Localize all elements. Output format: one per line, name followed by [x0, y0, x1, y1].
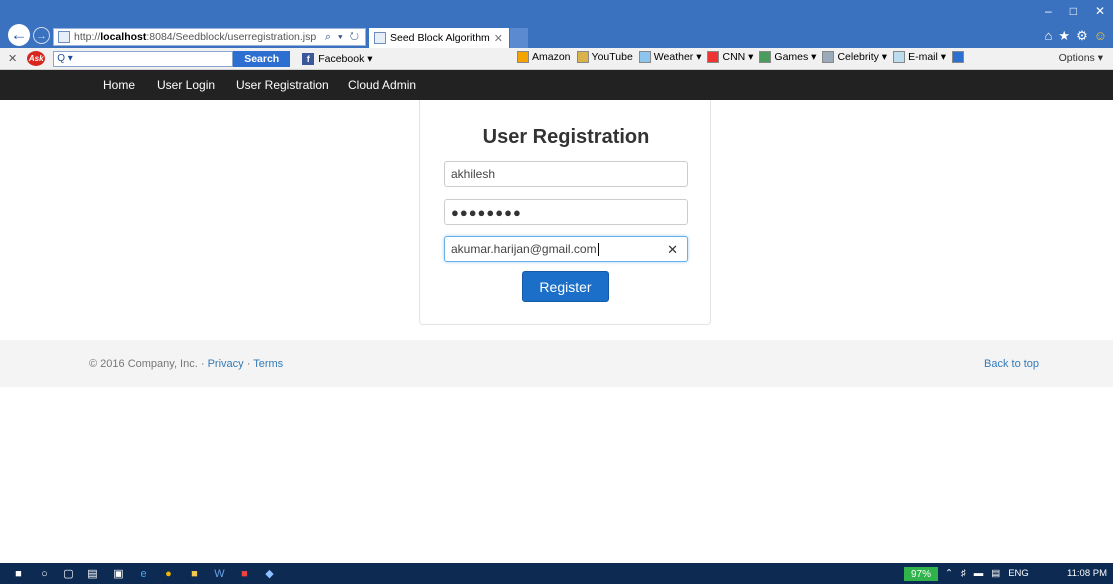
- tab-title: Seed Block Algorithm: [390, 32, 490, 44]
- nav-home[interactable]: Home: [103, 78, 135, 92]
- registration-card: User Registration akhilesh ●●●●●●●● akum…: [419, 100, 711, 325]
- footer-copyright: © 2016 Company, Inc. · Privacy · Terms: [89, 358, 283, 370]
- email-icon: [893, 51, 906, 63]
- toolbar-link-amazon[interactable]: Amazon: [517, 51, 571, 63]
- store-icon[interactable]: ▣: [112, 567, 125, 580]
- terms-link[interactable]: Terms: [253, 358, 283, 370]
- amazon-icon: [517, 51, 529, 63]
- nav-user-login[interactable]: User Login: [157, 78, 215, 92]
- toolbar-close-icon[interactable]: ✕: [8, 52, 17, 65]
- address-tools[interactable]: ⌕ ▾ ↻: [325, 31, 361, 44]
- cnn-icon: [707, 51, 720, 63]
- weather-icon: [638, 51, 651, 63]
- address-host: localhost: [100, 31, 147, 43]
- ask-logo-icon[interactable]: Ask: [27, 51, 46, 66]
- battery-icon[interactable]: ▬: [974, 568, 984, 579]
- text-caret: [597, 242, 599, 256]
- taskbar-clock[interactable]: 11:08 PM: [1067, 568, 1107, 579]
- restore-icon[interactable]: □: [1070, 4, 1077, 18]
- file-explorer-icon[interactable]: ■: [188, 567, 201, 580]
- email-field[interactable]: akumar.harijan@gmail.com ✕: [444, 236, 688, 262]
- toolbar-search-input[interactable]: Q ▾: [53, 50, 234, 67]
- tab-seed-block[interactable]: Seed Block Algorithm ✕: [369, 28, 509, 48]
- toolbar-link-label: Celebrity ▾: [837, 51, 888, 63]
- forward-button[interactable]: →: [33, 27, 50, 44]
- privacy-link[interactable]: Privacy: [208, 358, 244, 370]
- youtube-icon: [576, 51, 589, 63]
- feedback-smiley-icon[interactable]: ☺: [1094, 28, 1107, 44]
- toolbar-link-label: E-mail ▾: [908, 51, 947, 63]
- nav-cloud-admin[interactable]: Cloud Admin: [348, 78, 416, 92]
- page-footer: © 2016 Company, Inc. · Privacy · Terms B…: [0, 340, 1113, 387]
- volume-icon[interactable]: ♯: [961, 568, 966, 579]
- home-icon[interactable]: ⌂: [1045, 28, 1053, 44]
- celebrity-icon: [822, 51, 835, 63]
- toolbar-link-games[interactable]: Games ▾: [759, 51, 816, 63]
- copyright-text: © 2016 Company, Inc. ·: [89, 358, 205, 370]
- toolbar-link-cnn[interactable]: CNN ▾: [707, 51, 753, 63]
- new-tab-button[interactable]: [510, 28, 528, 48]
- toolbar-link-label: Weather ▾: [653, 51, 702, 63]
- password-field[interactable]: ●●●●●●●●: [444, 199, 688, 225]
- page-title: User Registration: [482, 126, 650, 148]
- tab-favicon-icon: [374, 32, 386, 44]
- tab-close-icon[interactable]: ✕: [494, 32, 503, 45]
- toolbar-link-label: Amazon: [532, 51, 571, 63]
- nav-user-registration[interactable]: User Registration: [236, 78, 329, 92]
- toolbar-links: Amazon YouTube Weather ▾ CNN ▾ Games ▾ C…: [517, 51, 965, 63]
- system-tray: ⌃ ♯ ▬ ▤ ENG: [945, 568, 1029, 579]
- settings-gear-icon[interactable]: ⚙: [1076, 28, 1088, 44]
- toolbar-options[interactable]: Options ▾: [1059, 52, 1103, 64]
- acrobat-icon[interactable]: ■: [238, 567, 251, 580]
- window-controls: – □ ✕: [1045, 4, 1105, 18]
- back-button[interactable]: ←: [8, 24, 30, 46]
- site-navbar: Home User Login User Registration Cloud …: [0, 70, 1113, 100]
- close-window-icon[interactable]: ✕: [1095, 4, 1105, 18]
- tray-chevron-icon[interactable]: ⌃: [945, 568, 953, 579]
- address-prefix: http://: [74, 31, 101, 43]
- app-cube-icon[interactable]: ◆: [263, 567, 276, 580]
- page-favicon-icon: [58, 31, 70, 43]
- email-value: akumar.harijan@gmail.com: [451, 242, 597, 256]
- facebook-icon: f: [302, 52, 315, 65]
- facebook-label: Facebook ▾: [318, 52, 373, 65]
- toolbar-facebook[interactable]: f Facebook ▾: [302, 52, 373, 65]
- browser-right-icons: ⌂ ★ ⚙ ☺: [1045, 28, 1107, 44]
- more-links-icon[interactable]: [952, 51, 965, 63]
- chrome-icon[interactable]: ●: [162, 567, 175, 580]
- toolbar-link-celebrity[interactable]: Celebrity ▾: [822, 51, 887, 63]
- task-view-icon[interactable]: ▢: [62, 567, 75, 580]
- toolbar-link-weather[interactable]: Weather ▾: [638, 51, 702, 63]
- notification-icon[interactable]: ▤: [991, 568, 1000, 579]
- browser-titlebar: ← → http://localhost:8084/Seedblock/user…: [0, 0, 1113, 48]
- address-rest: :8084/Seedblock/userregistration.jsp: [146, 31, 317, 43]
- username-field[interactable]: akhilesh: [444, 161, 688, 187]
- footer-separator: ·: [246, 358, 251, 370]
- toolbar-link-email[interactable]: E-mail ▾: [893, 51, 946, 63]
- back-to-top-link[interactable]: Back to top: [984, 358, 1039, 370]
- word-icon[interactable]: W: [213, 567, 226, 580]
- favorites-star-icon[interactable]: ★: [1058, 28, 1070, 44]
- internet-explorer-icon[interactable]: e: [137, 567, 150, 580]
- taskbar-app-icon[interactable]: ▤: [86, 567, 99, 580]
- toolbar-link-youtube[interactable]: YouTube: [576, 51, 633, 63]
- windows-taskbar: ■ ○ ▢ ▤ ▣ e ● ■ W ■ ◆ 97% ⌃ ♯ ▬ ▤ ENG 11…: [0, 563, 1113, 584]
- register-button[interactable]: Register: [522, 271, 609, 302]
- games-icon: [759, 51, 772, 63]
- clear-field-icon[interactable]: ✕: [667, 242, 678, 258]
- toolbar-link-label: Games ▾: [774, 51, 817, 63]
- minimize-icon[interactable]: –: [1045, 4, 1052, 18]
- battery-status-badge[interactable]: 97%: [904, 567, 938, 581]
- windows-start-icon[interactable]: ■: [12, 567, 25, 580]
- toolbar-search-button[interactable]: Search: [233, 50, 291, 67]
- ask-toolbar: ✕ Ask Q ▾ Search f Facebook ▾ Amazon You…: [0, 48, 1113, 70]
- toolbar-link-label: YouTube: [591, 51, 633, 63]
- language-indicator[interactable]: ENG: [1008, 568, 1029, 579]
- address-bar[interactable]: http://localhost:8084/Seedblock/userregi…: [53, 28, 366, 46]
- toolbar-link-label: CNN ▾: [722, 51, 754, 63]
- search-circle-icon[interactable]: ○: [38, 567, 51, 580]
